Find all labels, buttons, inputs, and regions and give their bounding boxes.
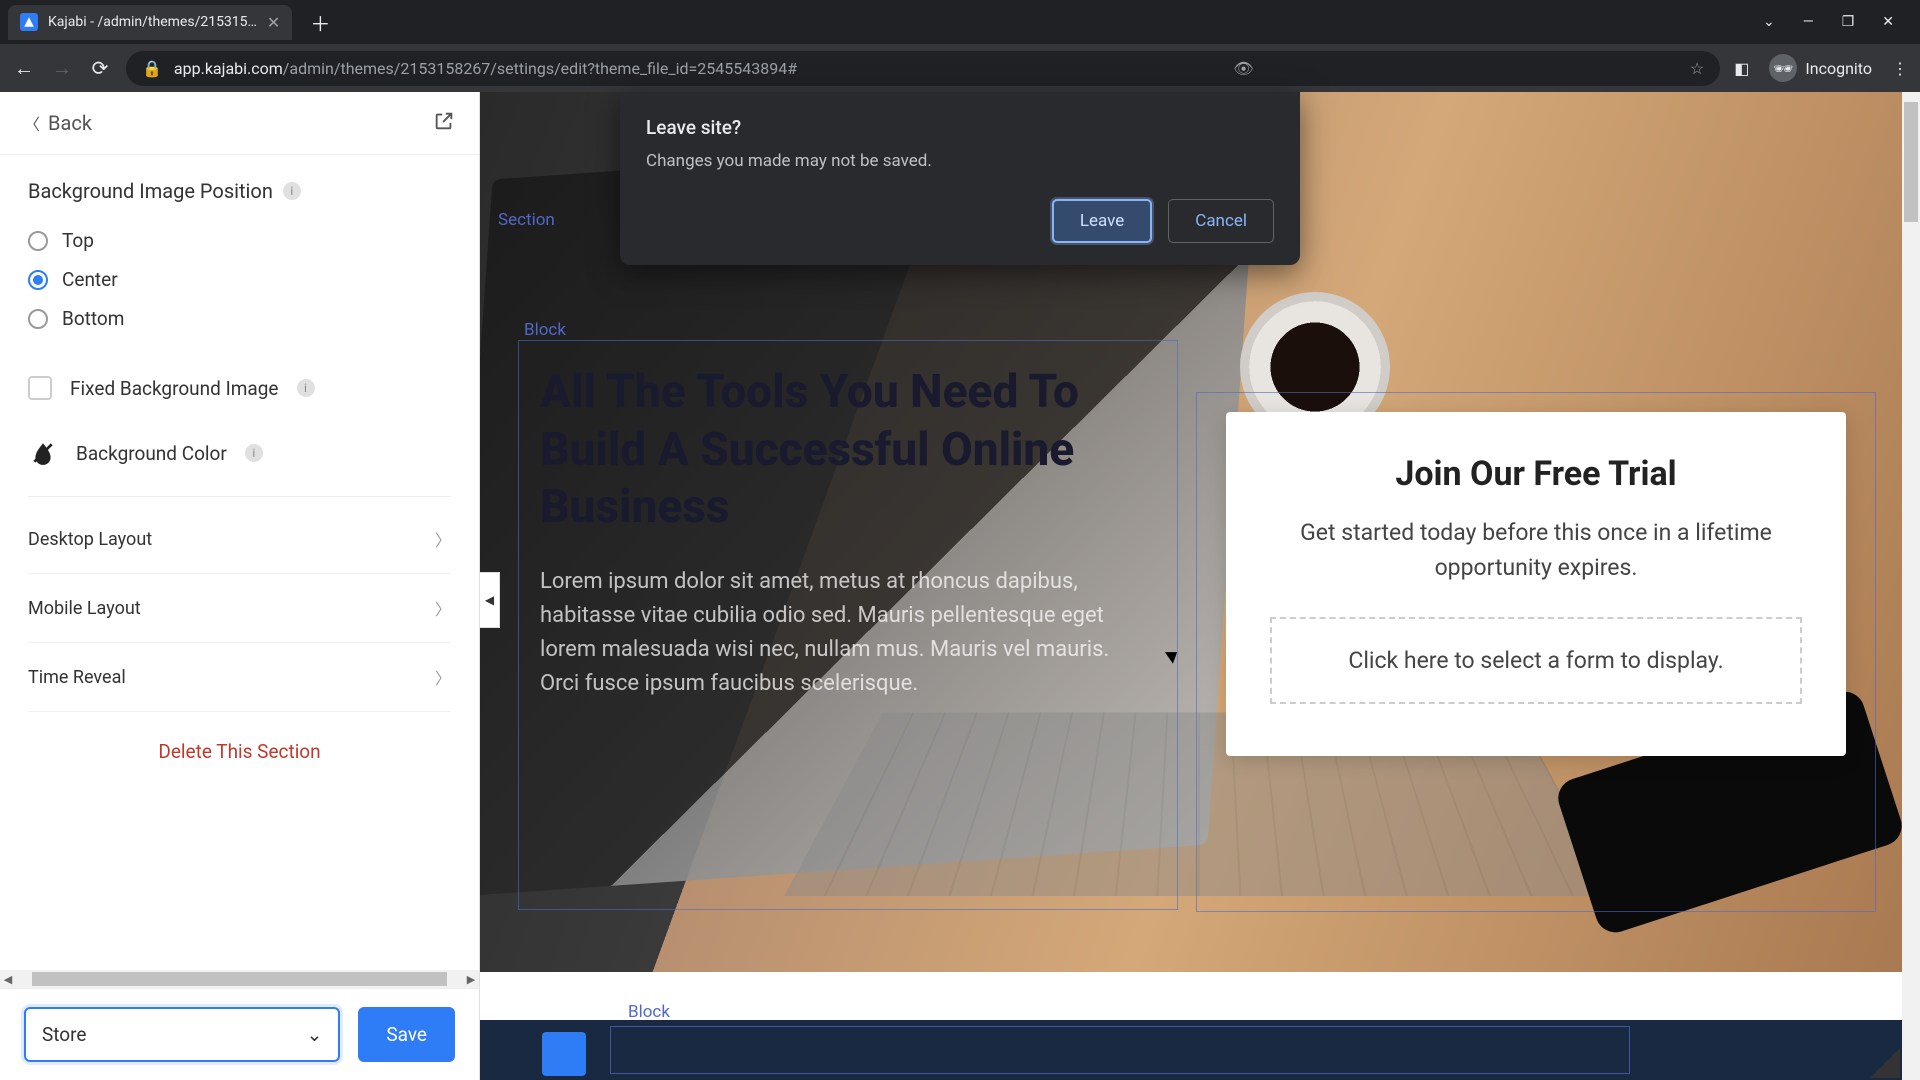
time-reveal-label: Time Reveal: [28, 667, 126, 688]
resize-handle-icon[interactable]: [1866, 1044, 1900, 1078]
back-nav-icon[interactable]: ←: [12, 56, 36, 81]
radio-top[interactable]: Top: [28, 221, 451, 260]
info-icon[interactable]: i: [245, 444, 263, 462]
radio-center[interactable]: Center: [28, 260, 451, 299]
tab-title: Kajabi - /admin/themes/215315…: [48, 14, 257, 30]
footer-section[interactable]: Block: [480, 1020, 1902, 1080]
chevron-right-icon: 〉: [435, 665, 451, 689]
dialog-message: Changes you made may not be saved.: [646, 151, 1274, 171]
leave-button[interactable]: Leave: [1052, 199, 1152, 243]
hero-text-block[interactable]: All The Tools You Need To Build A Succes…: [540, 364, 1140, 701]
address-bar[interactable]: 🔒 app.kajabi.com/admin/themes/2153158267…: [126, 51, 1720, 86]
section-tag[interactable]: Section: [498, 210, 555, 230]
form-placeholder[interactable]: Click here to select a form to display.: [1270, 617, 1802, 704]
settings-sidebar: 〈 Back Background Image Position i Top C…: [0, 92, 480, 1080]
tab-search-icon[interactable]: ⌄: [1763, 14, 1775, 30]
kajabi-favicon: [20, 13, 38, 31]
sidebar-horizontal-scrollbar[interactable]: ◀ ▶: [0, 970, 479, 988]
chevron-left-icon: 〈: [24, 111, 40, 135]
hero-body: Lorem ipsum dolor sit amet, metus at rho…: [540, 565, 1140, 701]
desktop-layout-row[interactable]: Desktop Layout 〉: [28, 505, 451, 574]
form-card-body: Get started today before this once in a …: [1270, 516, 1802, 585]
chevron-right-icon: 〉: [435, 527, 451, 551]
checkbox-icon: [28, 376, 52, 400]
chevron-right-icon: 〉: [435, 596, 451, 620]
block-tag-left[interactable]: Block: [524, 320, 566, 340]
radio-icon: [28, 231, 48, 251]
maximize-icon[interactable]: ❐: [1842, 14, 1855, 30]
info-icon[interactable]: i: [297, 379, 315, 397]
bookmark-star-icon[interactable]: ☆: [1690, 59, 1704, 78]
open-external-icon[interactable]: [433, 110, 455, 136]
preview-vertical-scrollbar[interactable]: [1902, 92, 1920, 1080]
scroll-left-icon[interactable]: ◀: [0, 973, 16, 986]
reload-icon[interactable]: ⟳: [88, 56, 112, 80]
back-link[interactable]: 〈 Back: [24, 111, 92, 135]
scrollbar-thumb[interactable]: [32, 972, 447, 986]
kebab-menu-icon[interactable]: ⋮: [1892, 59, 1908, 78]
lock-icon: 🔒: [142, 59, 162, 78]
new-tab-button[interactable]: ＋: [310, 8, 330, 37]
fixed-bg-checkbox-row[interactable]: Fixed Background Image i: [28, 366, 451, 410]
collapse-sidebar-handle[interactable]: ◀: [480, 572, 500, 628]
save-button[interactable]: Save: [358, 1007, 455, 1062]
scroll-right-icon[interactable]: ▶: [463, 973, 479, 986]
url-path: /admin/themes/2153158267/settings/edit?t…: [283, 59, 797, 78]
mobile-layout-row[interactable]: Mobile Layout 〉: [28, 574, 451, 643]
cancel-button[interactable]: Cancel: [1168, 199, 1274, 243]
info-icon[interactable]: i: [283, 182, 301, 200]
radio-top-label: Top: [62, 229, 94, 252]
radio-icon: [28, 309, 48, 329]
url-domain: app.kajabi.com: [174, 59, 283, 78]
browser-tab[interactable]: Kajabi - /admin/themes/215315… ✕: [8, 5, 292, 40]
time-reveal-row[interactable]: Time Reveal 〉: [28, 643, 451, 712]
page-select[interactable]: Store ⌄: [24, 1007, 340, 1062]
chevron-down-icon: ⌄: [306, 1023, 322, 1046]
footer-block-outline[interactable]: [610, 1026, 1630, 1074]
close-window-icon[interactable]: ✕: [1882, 14, 1894, 30]
back-label: Back: [48, 111, 92, 135]
radio-icon: [28, 270, 48, 290]
close-tab-icon[interactable]: ✕: [267, 13, 280, 32]
bg-position-heading: Background Image Position i: [28, 179, 451, 203]
bg-color-row[interactable]: Background Color i: [28, 428, 451, 497]
radio-bottom-label: Bottom: [62, 307, 124, 330]
radio-bottom[interactable]: Bottom: [28, 299, 451, 338]
hero-heading: All The Tools You Need To Build A Succes…: [540, 364, 1140, 537]
fixed-bg-label: Fixed Background Image: [70, 377, 279, 400]
page-select-value: Store: [42, 1023, 87, 1046]
mobile-layout-label: Mobile Layout: [28, 598, 141, 619]
eye-off-icon[interactable]: 👁: [1233, 59, 1253, 78]
bg-color-label: Background Color: [76, 442, 227, 465]
form-card[interactable]: Join Our Free Trial Get started today be…: [1226, 412, 1846, 756]
incognito-badge[interactable]: 🕶 Incognito: [1769, 54, 1872, 82]
desktop-layout-label: Desktop Layout: [28, 529, 152, 550]
no-color-icon: [28, 438, 58, 468]
radio-center-label: Center: [62, 268, 118, 291]
panel-icon[interactable]: ◧: [1734, 59, 1749, 78]
leave-site-dialog: Leave site? Changes you made may not be …: [620, 92, 1300, 265]
forward-nav-icon: →: [50, 56, 74, 81]
footer-logo: [542, 1032, 586, 1076]
form-card-title: Join Our Free Trial: [1270, 454, 1802, 494]
minimize-icon[interactable]: ―: [1803, 14, 1814, 30]
incognito-label: Incognito: [1805, 59, 1872, 78]
delete-section-link[interactable]: Delete This Section: [28, 712, 451, 791]
block-tag-footer[interactable]: Block: [628, 1002, 670, 1022]
incognito-icon: 🕶: [1769, 54, 1797, 82]
scrollbar-thumb[interactable]: [1904, 102, 1918, 222]
dialog-title: Leave site?: [646, 116, 1274, 139]
